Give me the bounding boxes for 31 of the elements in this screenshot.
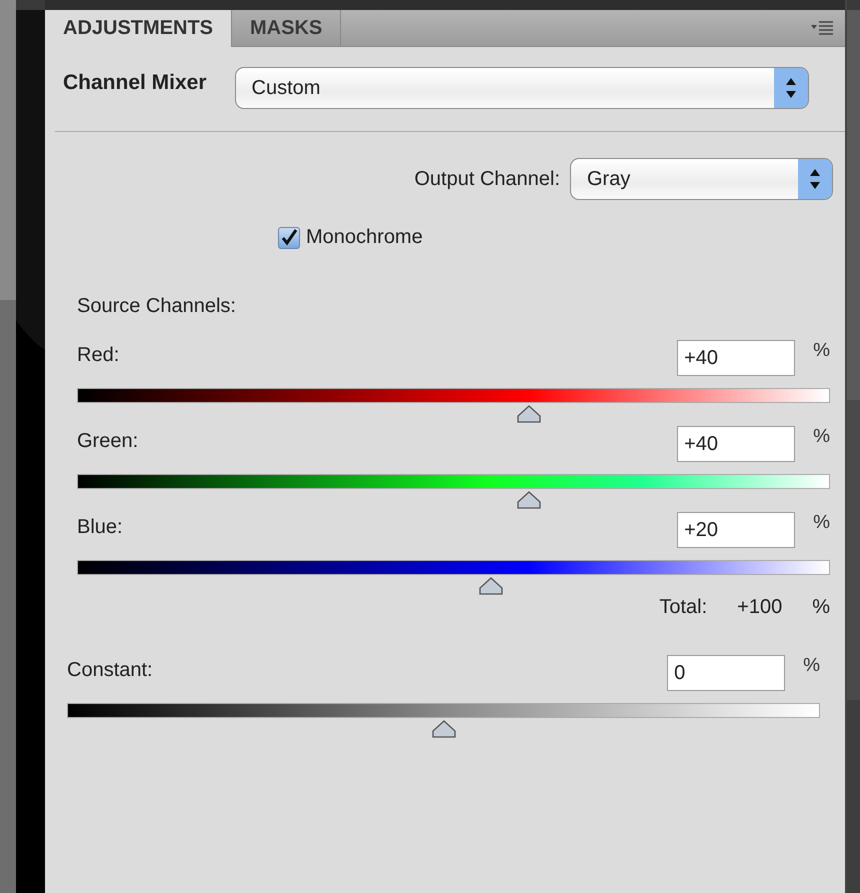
total-value: +100 bbox=[737, 596, 782, 619]
adjustment-title: Channel Mixer bbox=[63, 71, 207, 95]
slider-thumb[interactable] bbox=[516, 405, 542, 423]
slider-thumb[interactable] bbox=[430, 720, 456, 738]
channel-value-field[interactable]: +40 bbox=[677, 426, 796, 462]
channel-value-field[interactable]: +40 bbox=[677, 340, 796, 376]
percent-sign: % bbox=[812, 596, 830, 619]
panel-tab[interactable]: MASKS bbox=[232, 10, 342, 46]
constant-label: Constant: bbox=[67, 659, 153, 682]
monochrome-label: Monochrome bbox=[306, 226, 423, 249]
channel-value-field[interactable]: +20 bbox=[677, 512, 796, 548]
channel-label: Blue: bbox=[77, 516, 123, 539]
panel-tab[interactable]: ADJUSTMENTS bbox=[45, 10, 232, 47]
menu-icon[interactable] bbox=[811, 21, 833, 35]
stepper-icon bbox=[798, 159, 832, 199]
percent-sign: % bbox=[813, 512, 830, 534]
channel-label: Green: bbox=[77, 430, 138, 453]
monochrome-checkbox[interactable] bbox=[278, 226, 300, 248]
constant-value-field[interactable]: 0 bbox=[667, 655, 786, 691]
total-label: Total: bbox=[659, 596, 708, 619]
output-channel-label: Output Channel: bbox=[414, 168, 560, 190]
percent-sign: % bbox=[813, 426, 830, 448]
stepper-icon bbox=[774, 68, 808, 108]
percent-sign: % bbox=[813, 340, 830, 362]
slider-thumb[interactable] bbox=[478, 577, 504, 595]
section-label: Source Channels: bbox=[77, 295, 236, 317]
preset-dropdown[interactable]: Custom bbox=[234, 67, 809, 109]
channel-label: Red: bbox=[77, 344, 120, 367]
output-channel-dropdown[interactable]: Gray bbox=[570, 158, 833, 200]
slider-thumb[interactable] bbox=[516, 491, 542, 509]
percent-sign: % bbox=[803, 655, 820, 677]
